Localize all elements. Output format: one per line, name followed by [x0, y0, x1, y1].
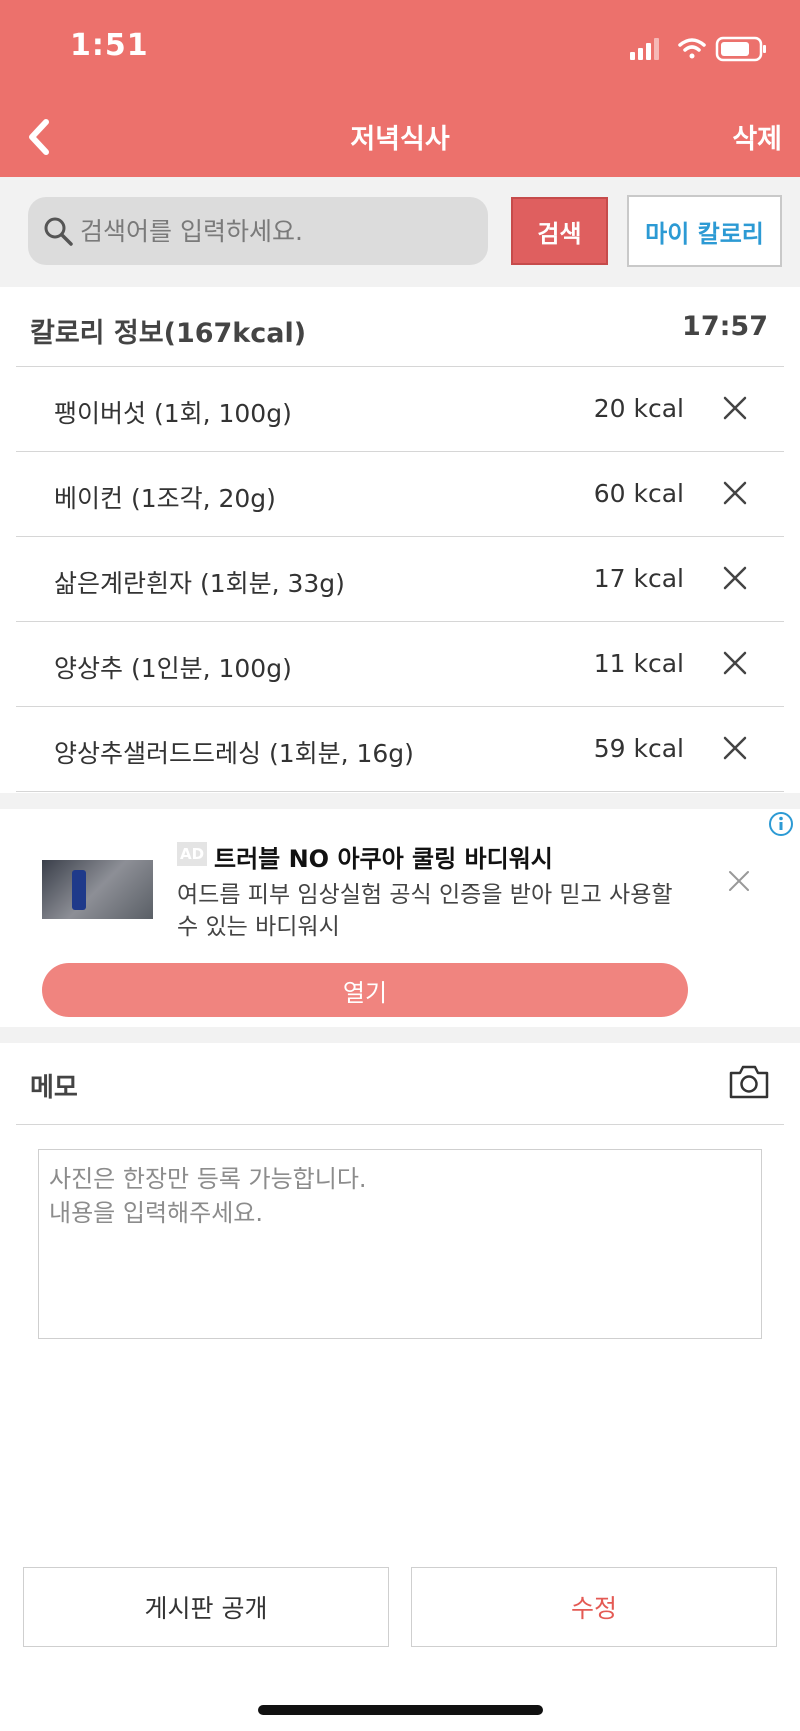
post-to-board-button[interactable]: 게시판 공개: [23, 1567, 389, 1647]
battery-icon: [715, 36, 766, 62]
delete-button[interactable]: 삭제: [732, 117, 782, 156]
food-name: 양상추 (1인분, 100g): [54, 654, 292, 683]
ad-title[interactable]: 트러블 NO 아쿠아 쿨링 바디워시: [214, 839, 553, 874]
close-icon[interactable]: [720, 563, 750, 593]
status-icons: [600, 36, 800, 62]
camera-icon[interactable]: [728, 1063, 770, 1101]
food-name: 팽이버섯 (1회, 100g): [54, 399, 292, 428]
food-kcal: 60 kcal: [593, 479, 684, 508]
food-name: 삶은계란흰자 (1회분, 33g): [54, 569, 345, 598]
food-row[interactable]: 삶은계란흰자 (1회분, 33g) 17 kcal: [16, 537, 784, 622]
app-header: 1:51 저녁식사 삭제: [0, 0, 800, 177]
search-input[interactable]: [80, 197, 480, 265]
food-kcal: 59 kcal: [593, 734, 684, 763]
info-icon[interactable]: [768, 811, 794, 837]
calorie-info-title: 칼로리 정보(167kcal): [30, 318, 307, 349]
section-divider: [0, 793, 800, 809]
close-icon[interactable]: [720, 648, 750, 678]
signal-icon: [630, 38, 659, 60]
food-row[interactable]: 베이컨 (1조각, 20g) 60 kcal: [16, 452, 784, 537]
wifi-icon: [678, 38, 706, 59]
memo-header: 메모: [16, 1043, 784, 1125]
ad-open-button[interactable]: 열기: [42, 963, 688, 1017]
page-title: 저녁식사: [350, 124, 450, 155]
food-list: 팽이버섯 (1회, 100g) 20 kcal 베이컨 (1조각, 20g) 6…: [16, 367, 784, 792]
search-button[interactable]: 검색: [511, 197, 608, 265]
memo-title: 메모: [30, 1073, 78, 1103]
my-calorie-button[interactable]: 마이 칼로리: [627, 195, 782, 267]
edit-button[interactable]: 수정: [411, 1567, 777, 1647]
food-row[interactable]: 팽이버섯 (1회, 100g) 20 kcal: [16, 367, 784, 452]
section-divider: [0, 1027, 800, 1043]
food-kcal: 20 kcal: [593, 394, 684, 423]
ad-description: 여드름 피부 임상실험 공식 인증을 받아 믿고 사용할 수 있는 바디워시: [177, 882, 673, 940]
ad-badge: AD: [177, 842, 207, 866]
home-indicator: [258, 1705, 543, 1715]
ad-banner[interactable]: AD 트러블 NO 아쿠아 쿨링 바디워시 여드름 피부 임상실험 공식 인증을…: [0, 809, 800, 1027]
memo-input[interactable]: [38, 1149, 762, 1339]
close-icon[interactable]: [720, 393, 750, 423]
food-kcal: 11 kcal: [593, 649, 684, 678]
close-icon[interactable]: [727, 869, 751, 893]
ad-image[interactable]: [42, 860, 153, 919]
close-icon[interactable]: [720, 733, 750, 763]
food-name: 베이컨 (1조각, 20g): [54, 484, 276, 513]
food-row[interactable]: 양상추샐러드드레싱 (1회분, 16g) 59 kcal: [16, 707, 784, 792]
search-icon: [44, 217, 73, 246]
food-name: 양상추샐러드드레싱 (1회분, 16g): [54, 739, 414, 768]
close-icon[interactable]: [720, 478, 750, 508]
status-time: 1:51: [70, 28, 149, 63]
food-row[interactable]: 양상추 (1인분, 100g) 11 kcal: [16, 622, 784, 707]
search-box[interactable]: [28, 197, 488, 265]
food-kcal: 17 kcal: [593, 564, 684, 593]
search-bar: 검색 마이 칼로리: [0, 177, 800, 287]
meal-time: 17:57: [682, 311, 768, 342]
calorie-info-header: 칼로리 정보(167kcal) 17:57: [16, 287, 784, 367]
